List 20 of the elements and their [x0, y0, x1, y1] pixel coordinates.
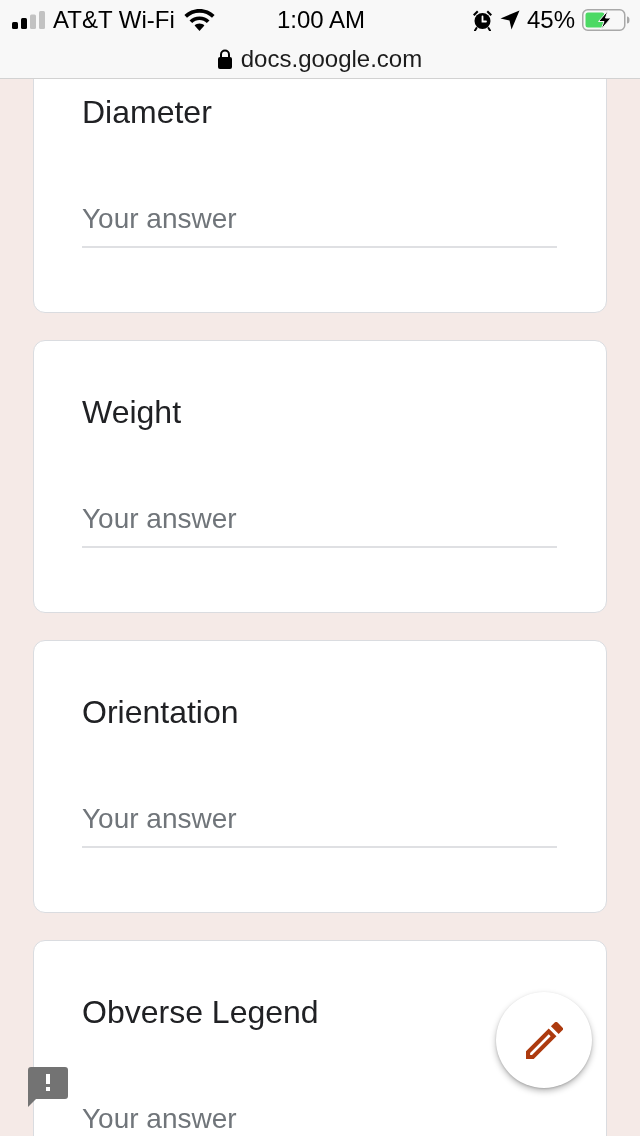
wifi-icon	[183, 9, 215, 31]
alarm-clock-icon	[471, 9, 493, 31]
answer-field[interactable]: Your answer	[82, 798, 557, 848]
question-title: Diameter	[82, 93, 213, 132]
carrier-text: AT&T Wi-Fi	[53, 6, 175, 34]
signal-icon	[12, 11, 45, 29]
battery-icon	[582, 9, 630, 31]
alert-bubble-icon[interactable]	[28, 1067, 68, 1107]
question-title: Obverse Legend	[82, 993, 320, 1032]
question-title: Orientation	[82, 693, 240, 732]
url-text[interactable]: docs.google.com	[240, 45, 423, 73]
question-title: Weight	[82, 393, 182, 432]
pencil-icon	[525, 1021, 563, 1059]
answer-field[interactable]: Your answer	[82, 498, 557, 548]
answer-field[interactable]: Your answer	[82, 198, 557, 248]
battery-percent: 45%	[526, 6, 575, 34]
clock-time: 1:00 AM	[276, 6, 366, 34]
answer-field[interactable]: Your answer	[82, 1098, 557, 1136]
lock-icon	[217, 49, 232, 69]
location-arrow-icon	[499, 10, 520, 30]
